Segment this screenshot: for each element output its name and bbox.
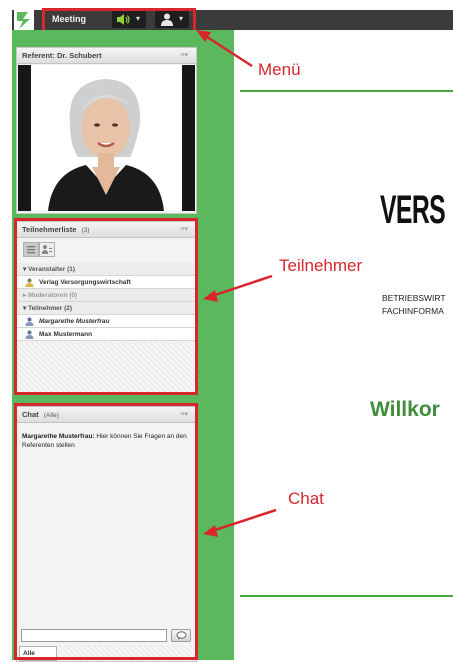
- annotation-chat: Chat: [288, 489, 324, 508]
- annotation-arrows: [196, 30, 277, 537]
- annotation-participants: Teilnehmer: [279, 256, 363, 275]
- annotation-menu: Menü: [258, 60, 301, 79]
